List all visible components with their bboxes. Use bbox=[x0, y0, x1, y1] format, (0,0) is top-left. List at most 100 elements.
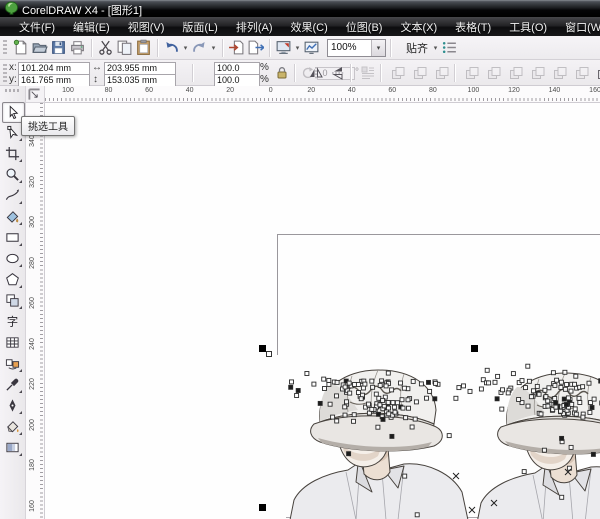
menu-item-3[interactable]: 视图(V) bbox=[119, 17, 174, 37]
ruler-origin-corner[interactable] bbox=[26, 86, 45, 103]
export-button[interactable] bbox=[246, 38, 265, 57]
flyout-arrow-icon[interactable] bbox=[19, 432, 22, 435]
lock-ratio-icon[interactable] bbox=[276, 66, 288, 80]
copy-button[interactable] bbox=[115, 38, 134, 57]
cut-button[interactable] bbox=[96, 38, 115, 57]
clipped-button[interactable] bbox=[594, 63, 600, 83]
menu-item-11[interactable]: 窗口(W) bbox=[556, 17, 600, 37]
flyout-arrow-icon[interactable] bbox=[19, 369, 22, 372]
coreldraw-window: CorelDRAW X4 - [图形1] 文件(F)编辑(E)视图(V)版面(L… bbox=[0, 0, 600, 519]
paste-button[interactable] bbox=[134, 38, 153, 57]
flyout-arrow-icon[interactable] bbox=[19, 222, 22, 225]
zoom-dropdown-arrow[interactable]: ▾ bbox=[371, 40, 385, 56]
open-button[interactable] bbox=[30, 38, 49, 57]
flyout-arrow-icon[interactable] bbox=[19, 138, 22, 141]
forward-one-button[interactable] bbox=[506, 63, 526, 83]
shape-tool-button[interactable] bbox=[2, 123, 23, 142]
flyout-arrow-icon[interactable] bbox=[19, 243, 22, 246]
menu-item-8[interactable]: 文本(X) bbox=[391, 17, 446, 37]
freehand-tool-button[interactable] bbox=[2, 186, 23, 205]
property-bar-grip[interactable] bbox=[3, 64, 7, 82]
text-tool-button[interactable]: 字 bbox=[2, 312, 23, 331]
title-bar[interactable]: CorelDRAW X4 - [图形1] bbox=[0, 0, 600, 17]
zoom-tool-button[interactable] bbox=[2, 165, 23, 184]
flyout-arrow-icon[interactable] bbox=[19, 390, 22, 393]
smart-fill-tool-button[interactable] bbox=[2, 207, 23, 226]
polygon-tool-button[interactable] bbox=[2, 270, 23, 289]
flyout-arrow-icon[interactable] bbox=[19, 306, 22, 309]
undo-button[interactable] bbox=[162, 38, 181, 57]
interactive-fill-tool-button[interactable] bbox=[2, 438, 23, 457]
hruler-label-20: 20 bbox=[307, 87, 315, 94]
ungroup-button[interactable] bbox=[432, 63, 452, 83]
crop-tool-button[interactable] bbox=[2, 144, 23, 163]
eyedropper-tool-button[interactable] bbox=[2, 375, 23, 394]
snap-to-button[interactable]: 贴齐 bbox=[403, 38, 431, 58]
ellipse-tool-button[interactable] bbox=[2, 249, 23, 268]
fill-tool-button[interactable] bbox=[2, 417, 23, 436]
vertical-ruler[interactable]: 340320300280260240220200180160 bbox=[26, 103, 45, 519]
paste-icon bbox=[135, 39, 152, 56]
dropdown-arrow-icon[interactable]: ▾ bbox=[293, 44, 302, 52]
zoom-level-value[interactable]: 100% bbox=[328, 42, 371, 53]
flyout-arrow-icon[interactable] bbox=[19, 453, 22, 456]
table-tool-button[interactable] bbox=[2, 333, 23, 352]
toolbox-grip[interactable] bbox=[5, 89, 21, 92]
back-one-button[interactable] bbox=[528, 63, 548, 83]
zoom-tool-icon bbox=[5, 167, 20, 182]
object-corner-node[interactable] bbox=[266, 351, 272, 357]
horizontal-ruler[interactable]: 10080604020020406080100120140160 bbox=[45, 86, 600, 103]
selection-handle-top-left[interactable] bbox=[259, 345, 266, 352]
flyout-arrow-icon[interactable] bbox=[19, 264, 22, 267]
group-button[interactable] bbox=[410, 63, 430, 83]
outline-pen-tool-button[interactable] bbox=[2, 396, 23, 415]
import-button[interactable] bbox=[227, 38, 246, 57]
menu-item-1[interactable]: 文件(F) bbox=[10, 17, 64, 37]
selection-handle-top-middle[interactable] bbox=[471, 345, 478, 352]
options-button[interactable] bbox=[440, 38, 459, 57]
behind-button[interactable] bbox=[572, 63, 592, 83]
basic-shapes-tool-button[interactable] bbox=[2, 291, 23, 310]
to-back-button[interactable] bbox=[484, 63, 504, 83]
glass-reflection bbox=[588, 2, 599, 13]
combine-button[interactable] bbox=[388, 63, 408, 83]
figure-left[interactable] bbox=[290, 370, 468, 519]
to-front-button[interactable] bbox=[462, 63, 482, 83]
redo-button[interactable] bbox=[190, 38, 209, 57]
selection-handle-middle-left[interactable] bbox=[259, 504, 266, 511]
toolbar-grip[interactable] bbox=[3, 40, 7, 56]
menu-item-5[interactable]: 排列(A) bbox=[227, 17, 282, 37]
menu-item-2[interactable]: 编辑(E) bbox=[64, 17, 119, 37]
flyout-arrow-icon[interactable] bbox=[19, 285, 22, 288]
wrap-icon bbox=[360, 65, 376, 81]
corel-online-button[interactable] bbox=[302, 38, 321, 57]
menu-item-9[interactable]: 表格(T) bbox=[446, 17, 500, 37]
flyout-arrow-icon[interactable] bbox=[19, 201, 22, 204]
flyout-arrow-icon[interactable] bbox=[19, 159, 22, 162]
mirror-vertical-button[interactable] bbox=[328, 63, 348, 83]
application-launcher-button[interactable] bbox=[274, 38, 293, 57]
menu-item-4[interactable]: 版面(L) bbox=[173, 17, 226, 37]
menu-item-7[interactable]: 位图(B) bbox=[337, 17, 392, 37]
wrap-paragraph-text-button[interactable] bbox=[358, 63, 378, 83]
menu-item-10[interactable]: 工具(O) bbox=[500, 17, 556, 37]
options-icon bbox=[441, 39, 458, 56]
drawing-canvas[interactable] bbox=[45, 103, 600, 519]
blend-tool-button[interactable] bbox=[2, 354, 23, 373]
zoom-level-combo[interactable]: 100%▾ bbox=[327, 39, 386, 57]
new-document-button[interactable] bbox=[11, 38, 30, 57]
print-button[interactable] bbox=[68, 38, 87, 57]
page-left-edge bbox=[277, 234, 278, 355]
mirror-horizontal-button[interactable] bbox=[306, 63, 326, 83]
selected-artwork[interactable] bbox=[286, 360, 600, 519]
rectangle-tool-button[interactable] bbox=[2, 228, 23, 247]
flyout-arrow-icon[interactable] bbox=[19, 180, 22, 183]
flyout-arrow-icon[interactable] bbox=[19, 411, 22, 414]
dropdown-arrow-icon[interactable]: ▾ bbox=[431, 44, 440, 52]
separator bbox=[390, 39, 391, 57]
dropdown-arrow-icon[interactable]: ▾ bbox=[181, 44, 190, 52]
menu-item-6[interactable]: 效果(C) bbox=[282, 17, 337, 37]
save-button[interactable] bbox=[49, 38, 68, 57]
dropdown-arrow-icon[interactable]: ▾ bbox=[209, 44, 218, 52]
in-front-of-button[interactable] bbox=[550, 63, 570, 83]
